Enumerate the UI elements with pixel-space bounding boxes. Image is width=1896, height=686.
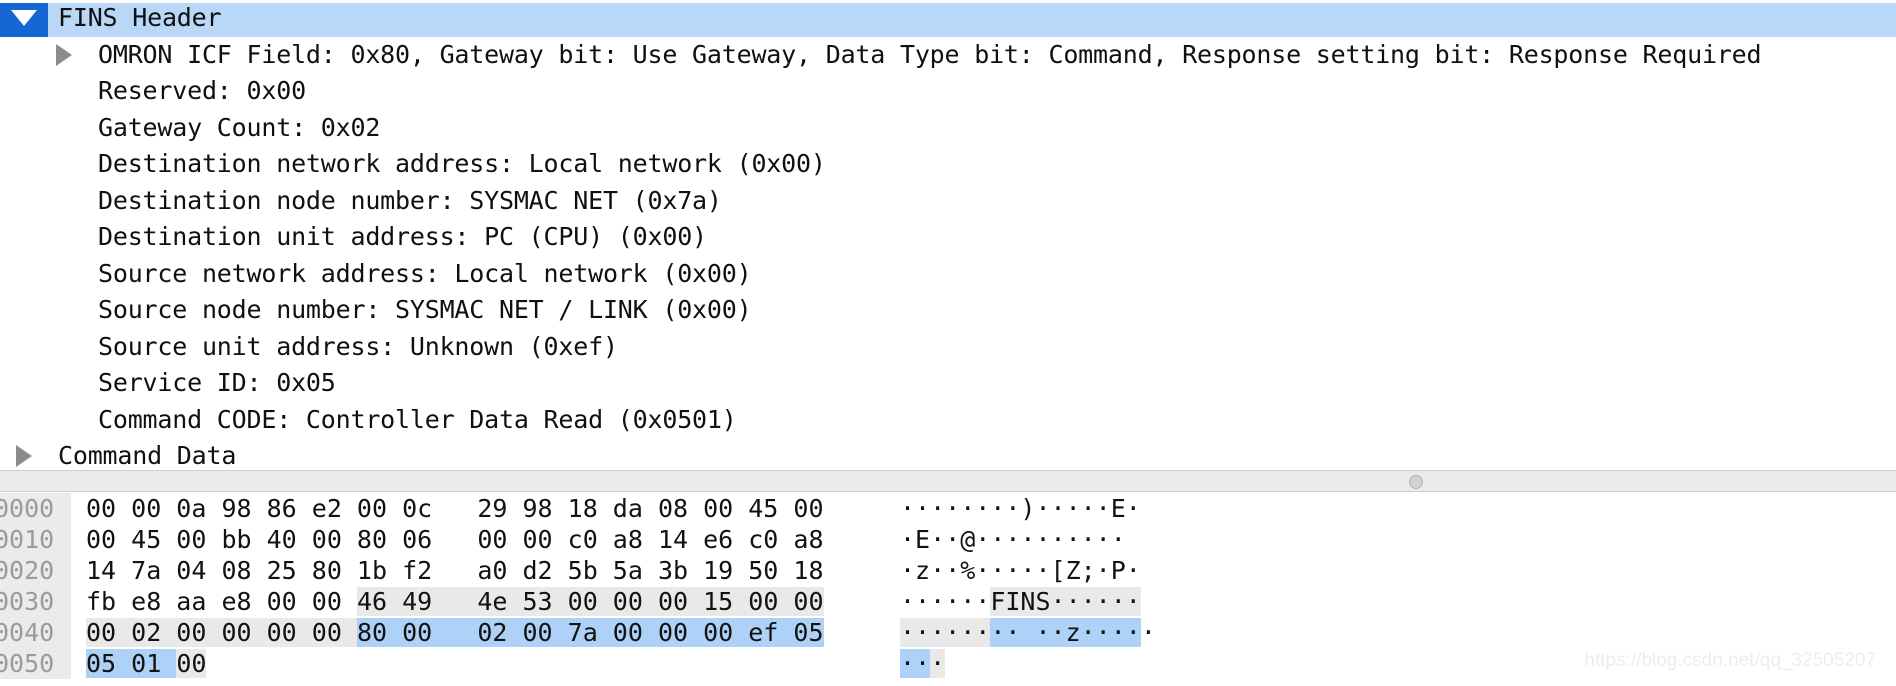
tree-row-label: Source network address: Local network (0… (98, 258, 752, 288)
tree-row-label: OMRON ICF Field: 0x80, Gateway bit: Use … (98, 39, 1762, 69)
tree-row-gateway-count[interactable]: Gateway Count: 0x02 (0, 110, 1896, 147)
pane-top-edge (0, 0, 1896, 3)
tree-row-service-id[interactable]: Service ID: 0x05 (0, 365, 1896, 402)
hex-ascii[interactable]: ·E··@·········· (900, 524, 1126, 555)
tree-row-omron-icf-field[interactable]: OMRON ICF Field: 0x80, Gateway bit: Use … (0, 37, 1896, 74)
packet-detail-pane[interactable]: FINS Header OMRON ICF Field: 0x80, Gatewa… (0, 0, 1896, 470)
splitter-grip-handle[interactable] (1409, 475, 1423, 489)
tree-row-label: Reserved: 0x00 (98, 76, 306, 105)
triangle-down-glyph (11, 10, 37, 27)
hex-bytes[interactable]: 05 01 00 (86, 648, 207, 679)
tree-row-label: Gateway Count: 0x02 (98, 112, 381, 142)
triangle-right-icon[interactable] (40, 37, 88, 74)
hex-ascii[interactable]: ········)·····E· (900, 493, 1141, 524)
hex-bytes[interactable]: 00 45 00 bb 40 00 80 06 00 00 c0 a8 14 e… (86, 524, 824, 555)
tree-row-command-data[interactable]: Command Data (0, 438, 1896, 470)
hex-ascii[interactable]: ········ ··z····· (900, 617, 1156, 648)
pane-splitter[interactable] (0, 470, 1896, 492)
hex-dump-row[interactable]: 0020 14 7a 04 08 25 80 1b f2 a0 d2 5b 5a … (0, 555, 1896, 586)
tree-row-destination-node-number[interactable]: Destination node number: SYSMAC NET (0x7… (0, 183, 1896, 220)
tree-row-label: Destination unit address: PC (CPU) (0x00… (98, 222, 707, 251)
tree-row-label: Command CODE: Controller Data Read (0x05… (98, 404, 737, 434)
hex-offset: 0040 (0, 617, 71, 648)
tree-row-source-unit-address[interactable]: Source unit address: Unknown (0xef) (0, 329, 1896, 366)
tree-row-destination-unit-address[interactable]: Destination unit address: PC (CPU) (0x00… (0, 219, 1896, 256)
tree-row-source-node-number[interactable]: Source node number: SYSMAC NET / LINK (0… (0, 292, 1896, 329)
triangle-right-glyph (16, 445, 32, 468)
tree-row-command-code[interactable]: Command CODE: Controller Data Read (0x05… (0, 402, 1896, 439)
hex-offset: 0000 (0, 493, 71, 524)
packet-detail-tree: FINS Header OMRON ICF Field: 0x80, Gatewa… (0, 0, 1896, 470)
tree-row-label: Command Data (58, 441, 237, 470)
tree-row-destination-network-address[interactable]: Destination network address: Local netwo… (0, 146, 1896, 183)
hex-offset: 0050 (0, 648, 71, 679)
hex-dump-row[interactable]: 0010 00 45 00 bb 40 00 80 06 00 00 c0 a8 … (0, 524, 1896, 555)
hex-bytes[interactable]: fb e8 aa e8 00 00 46 49 4e 53 00 00 00 1… (86, 586, 824, 617)
hex-offset: 0010 (0, 524, 71, 555)
hex-offset: 0020 (0, 555, 71, 586)
hex-offset: 0030 (0, 586, 71, 617)
tree-row-label: FINS Header (58, 3, 222, 32)
tree-row-label: Destination node number: SYSMAC NET (0x7… (98, 185, 722, 215)
hex-ascii[interactable]: ·z··%·····[Z;·P· (900, 555, 1141, 586)
triangle-down-icon[interactable] (0, 0, 48, 37)
tree-row-label: Service ID: 0x05 (98, 368, 336, 397)
tree-row-label: Destination network address: Local netwo… (98, 149, 826, 178)
hex-bytes[interactable]: 14 7a 04 08 25 80 1b f2 a0 d2 5b 5a 3b 1… (86, 555, 824, 586)
tree-row-reserved[interactable]: Reserved: 0x00 (0, 73, 1896, 110)
wireshark-packet-view: FINS Header OMRON ICF Field: 0x80, Gatewa… (0, 0, 1896, 686)
triangle-right-glyph (56, 43, 72, 66)
triangle-right-icon[interactable] (0, 438, 48, 470)
watermark-text: https://blog.csdn.net/qq_32505207 (1584, 650, 1876, 671)
hex-dump-row[interactable]: 0040 00 02 00 00 00 00 80 00 02 00 7a 00 … (0, 617, 1896, 648)
hex-ascii[interactable]: ··· (900, 648, 946, 679)
tree-row-source-network-address[interactable]: Source network address: Local network (0… (0, 256, 1896, 293)
tree-row-label: Source unit address: Unknown (0xef) (98, 331, 618, 361)
hex-ascii[interactable]: ······FINS······ (900, 586, 1141, 617)
hex-bytes[interactable]: 00 00 0a 98 86 e2 00 0c 29 98 18 da 08 0… (86, 493, 824, 524)
hex-bytes[interactable]: 00 02 00 00 00 00 80 00 02 00 7a 00 00 0… (86, 617, 824, 648)
tree-row-label: Source node number: SYSMAC NET / LINK (0… (98, 295, 752, 324)
hex-dump-row[interactable]: 0000 00 00 0a 98 86 e2 00 0c 29 98 18 da … (0, 493, 1896, 524)
hex-dump-row[interactable]: 0030 fb e8 aa e8 00 00 46 49 4e 53 00 00 … (0, 586, 1896, 617)
tree-row-fins-header[interactable]: FINS Header (0, 0, 1896, 37)
